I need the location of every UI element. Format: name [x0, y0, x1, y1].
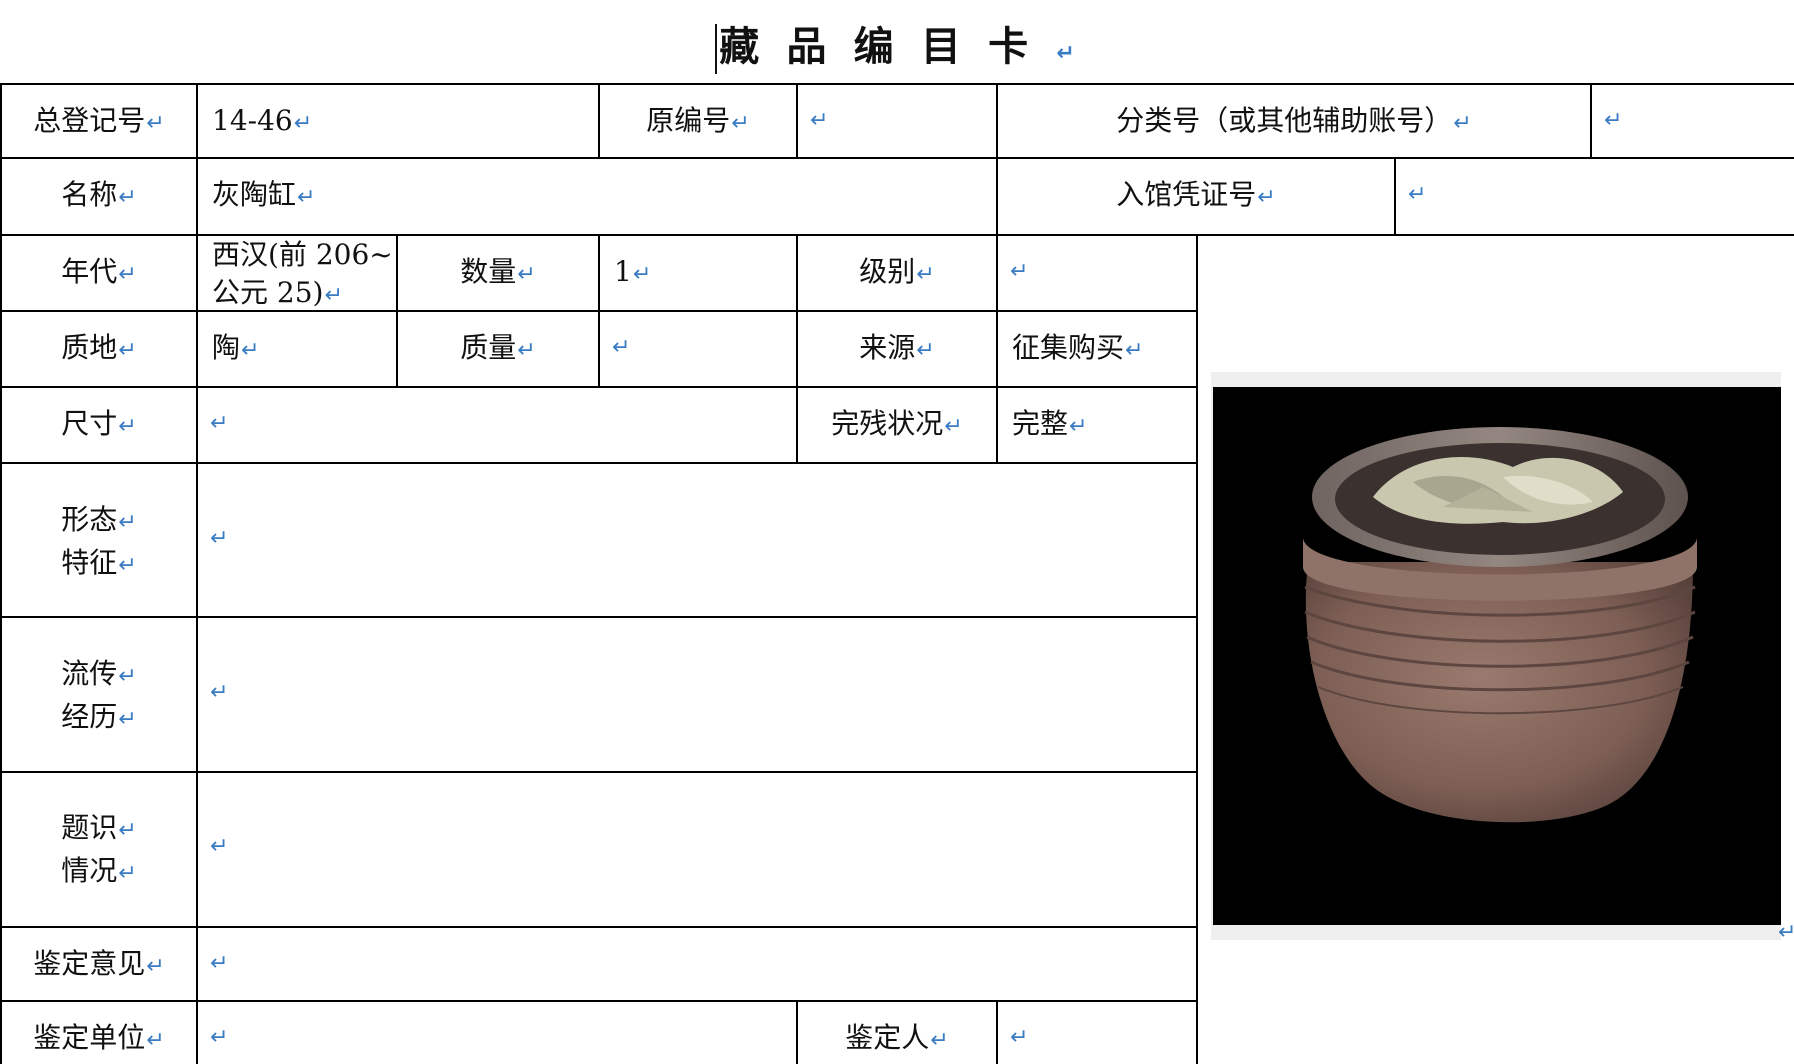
appraiser-label: 鉴定人↵	[845, 1021, 949, 1054]
history-label: 流传↵ 经历↵	[61, 657, 137, 733]
grade-value: ↵	[1010, 259, 1029, 284]
table-rule	[0, 386, 1197, 388]
photo-return-mark: ↵	[1778, 920, 1794, 945]
name-value: 灰陶缸↵	[212, 178, 316, 211]
quantity-value: 1↵	[614, 255, 652, 288]
table-rule	[0, 616, 1197, 618]
page-title: 藏品编目卡↵	[0, 14, 1794, 74]
table-rule	[1196, 234, 1198, 1064]
entry-voucher-value: ↵	[1408, 182, 1427, 207]
size-value: ↵	[210, 411, 229, 436]
shape-label: 形态↵ 特征↵	[61, 503, 137, 579]
source-label: 来源↵	[859, 331, 935, 364]
era-value-line-1: 西汉(前 206~	[212, 238, 393, 271]
size-label: 尺寸↵	[61, 407, 137, 440]
table-rule	[0, 157, 1794, 159]
material-label: 质地↵	[61, 331, 137, 364]
era-value-line-2: 公元 25)↵	[212, 276, 343, 309]
original-no-label: 原编号↵	[646, 104, 750, 137]
opinion-value: ↵	[210, 951, 229, 976]
weight-label: 质量↵	[460, 331, 536, 364]
table-rule	[996, 234, 998, 462]
table-rule	[0, 1000, 1197, 1002]
text-cursor	[715, 24, 718, 74]
registration-no-label: 总登记号↵	[33, 104, 165, 137]
weight-value: ↵	[612, 335, 631, 360]
unit-label: 鉴定单位↵	[33, 1021, 165, 1054]
table-rule	[1394, 157, 1396, 234]
name-label: 名称↵	[61, 178, 137, 211]
table-rule	[598, 234, 600, 386]
material-value: 陶↵	[212, 331, 260, 364]
quantity-label: 数量↵	[460, 255, 536, 288]
history-value: ↵	[210, 680, 229, 705]
entry-voucher-label: 入馆凭证号↵	[1116, 178, 1276, 211]
artifact-photo	[1213, 387, 1781, 925]
table-rule	[0, 83, 1794, 85]
unit-value: ↵	[210, 1025, 229, 1050]
table-rule	[996, 1000, 998, 1064]
classification-label: 分类号（或其他辅助账号）↵	[1116, 104, 1472, 137]
table-rule	[1590, 83, 1592, 157]
classification-value: ↵	[1604, 108, 1623, 133]
table-rule	[0, 462, 1197, 464]
table-rule	[0, 926, 1197, 928]
table-rule	[0, 771, 1197, 773]
era-label: 年代↵	[61, 255, 137, 288]
era-value: 西汉(前 206~ 公元 25)↵	[212, 236, 393, 315]
registration-no-value: 14-46↵	[212, 104, 313, 137]
appraiser-value: ↵	[1010, 1025, 1029, 1050]
table-rule	[196, 83, 198, 1064]
table-rule	[796, 83, 798, 157]
pottery-jar-image	[1303, 427, 1697, 823]
original-no-value: ↵	[810, 108, 829, 133]
inscription-label: 题识↵ 情况↵	[61, 811, 137, 887]
shape-value: ↵	[210, 526, 229, 551]
grade-label: 级别↵	[859, 255, 935, 288]
inscription-value: ↵	[210, 834, 229, 859]
source-value: 征集购买↵	[1012, 331, 1144, 364]
condition-value: 完整↵	[1012, 407, 1088, 440]
condition-label: 完残状况↵	[831, 407, 963, 440]
opinion-label: 鉴定意见↵	[33, 947, 165, 980]
